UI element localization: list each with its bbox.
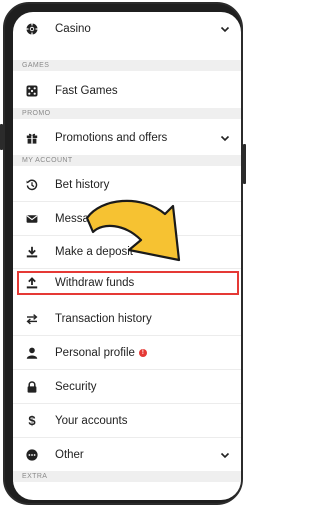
download-icon <box>25 245 39 259</box>
menu-item-label: Bet history <box>55 178 110 191</box>
section-header-extra: EXTRA <box>13 471 241 482</box>
chevron-down-icon <box>220 452 230 459</box>
transfer-arrows-icon <box>25 312 39 326</box>
gift-icon <box>25 131 39 145</box>
menu-item-your-accounts[interactable]: $ Your accounts <box>13 404 241 437</box>
menu-item-label: Casino <box>55 22 91 35</box>
lock-icon <box>25 380 39 394</box>
chevron-down-icon <box>220 135 230 142</box>
chevron-down-icon <box>220 26 230 33</box>
menu-item-fast-games[interactable]: Fast Games <box>13 74 241 107</box>
menu-item-casino[interactable]: Casino <box>13 12 241 45</box>
history-icon <box>25 178 39 192</box>
phone-frame: Casino GAMES Fast Games PROMO Promotions… <box>0 2 246 505</box>
notification-badge: ! <box>138 348 147 357</box>
section-header-games: GAMES <box>13 60 241 71</box>
pointer-arrow-icon <box>85 199 181 262</box>
person-icon <box>25 346 39 360</box>
section-header-promo: PROMO <box>13 108 241 119</box>
menu-item-label: Promotions and offers <box>55 131 168 144</box>
menu-item-label: Other <box>55 448 84 461</box>
envelope-icon <box>25 212 39 226</box>
menu-item-promotions[interactable]: Promotions and offers <box>13 121 241 154</box>
menu-item-label: Fast Games <box>55 84 118 97</box>
section-header-my-account: MY ACCOUNT <box>13 155 241 166</box>
menu-item-label: Your accounts <box>55 414 128 427</box>
menu-screen: Casino GAMES Fast Games PROMO Promotions… <box>13 12 241 500</box>
phone-power-button <box>243 144 246 184</box>
menu-item-personal-profile[interactable]: Personal profile ! <box>13 336 241 369</box>
dice-icon <box>25 84 39 98</box>
menu-item-label: Security <box>55 380 97 393</box>
menu-item-label: Transaction history <box>55 312 152 325</box>
menu-item-label: Personal profile <box>55 346 135 359</box>
menu-item-security[interactable]: Security <box>13 370 241 403</box>
menu-item-transaction-history[interactable]: Transaction history <box>13 302 241 335</box>
more-dots-icon <box>25 448 39 462</box>
menu-item-other[interactable]: Other <box>13 438 241 471</box>
dollar-icon: $ <box>28 413 36 428</box>
phone-side-button <box>0 124 3 150</box>
casino-chip-icon <box>25 22 39 36</box>
